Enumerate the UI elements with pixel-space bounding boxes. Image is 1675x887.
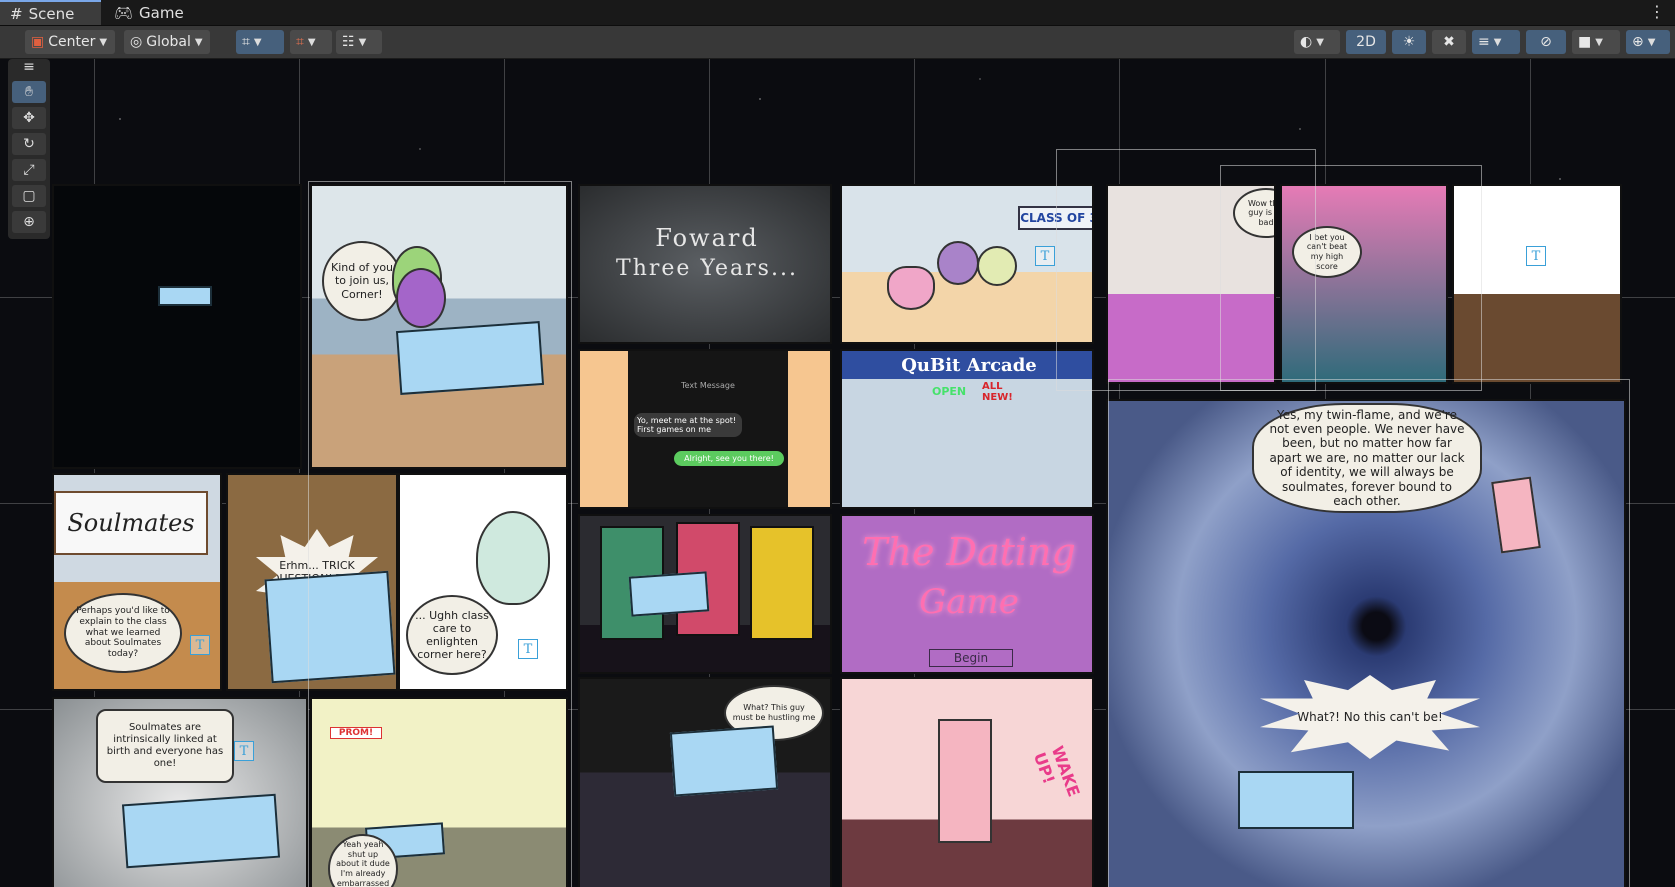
text-marker-icon[interactable]: T (1526, 246, 1546, 266)
yellow-character (977, 246, 1017, 286)
purple-character (937, 241, 979, 285)
tab-scene[interactable]: # Scene (0, 0, 101, 25)
card-character[interactable] (628, 571, 710, 617)
mode-2d-label: 2D (1356, 34, 1376, 50)
gamepad-icon: 🎮︎ (114, 3, 134, 22)
chevron-down-icon: ▼ (1595, 36, 1603, 48)
pink-heart-character (887, 266, 935, 310)
move-tool-icon[interactable]: ✥ (12, 107, 46, 129)
arcade-cabinet (750, 526, 814, 640)
audio-toggle[interactable]: ✖ (1432, 30, 1466, 54)
chevron-down-icon: ▼ (358, 36, 367, 48)
grid-snapping-toggle[interactable]: ⌗ ▼ (236, 30, 284, 54)
editor-tab-bar: # Scene 🎮︎ Game ⋮ (0, 0, 1675, 26)
camera-icon: ■ (1578, 34, 1592, 50)
outgoing-message: Alright, see you there! (674, 451, 784, 466)
hand-tool-icon[interactable]: ✋︎ (12, 81, 46, 103)
snap-increment-icon: ⌗ (296, 34, 304, 50)
chevron-down-icon: ▼ (1647, 36, 1656, 48)
selection-rectangle (1108, 379, 1630, 887)
all-new-sign: ALL NEW! (982, 381, 1013, 403)
text-marker-icon[interactable]: T (1035, 246, 1055, 266)
selection-rectangle (1220, 165, 1482, 391)
eye-slash-icon: ⊘ (1540, 34, 1552, 50)
layers-icon: ≡ (1478, 34, 1490, 50)
mode-2d-toggle[interactable]: 2D (1346, 30, 1386, 54)
comic-panel-arcade-machines[interactable] (578, 514, 832, 674)
chalk-title-line-2: Three Years... (616, 256, 798, 281)
mute-icon: ✖ (1443, 34, 1455, 50)
whiteboard-text: Soulmates (54, 491, 208, 555)
card-character[interactable] (121, 793, 281, 869)
chevron-down-icon: ▼ (99, 36, 108, 48)
pink-character (938, 719, 992, 843)
chevron-down-icon: ▼ (194, 36, 203, 48)
tab-game-label: Game (139, 3, 184, 22)
comic-panel-phone[interactable]: Text Message Yo, meet me at the spot! Fi… (578, 349, 832, 509)
comic-panel-whiteboard[interactable]: Soulmates Perhaps you'd like to explain … (52, 473, 222, 691)
comic-panel-arcade-thought[interactable]: What? This guy must be hustling me (578, 677, 832, 887)
dating-game-subtitle: Game (919, 582, 1019, 622)
grid-icon: # (10, 4, 23, 23)
transform-tool-icon[interactable]: ⊕ (12, 211, 46, 233)
pivot-mode-label: Center (48, 34, 96, 50)
rect-tool-icon[interactable]: ▢ (12, 185, 46, 207)
grid-lines-icon: ☷ (342, 34, 355, 50)
phone-screen: Text Message Yo, meet me at the spot! Fi… (628, 351, 788, 507)
scale-tool-icon[interactable]: ⤢ (12, 159, 46, 181)
card-character[interactable] (669, 725, 779, 797)
dating-game-title: The Dating (862, 530, 1076, 574)
tab-scene-label: Scene (28, 4, 75, 23)
shading-mode-dropdown[interactable]: ◐ ▼ (1294, 30, 1340, 54)
text-marker-icon[interactable]: T (234, 741, 254, 761)
comic-panel-wake-up[interactable]: WAKE UP! (840, 677, 1094, 887)
comic-panel-empty-space[interactable] (52, 184, 302, 469)
grid-snap-icon: ⌗ (242, 34, 250, 50)
gizmos-dropdown[interactable]: ⊕ ▼ (1626, 30, 1670, 54)
comic-panel-soulmates-explained[interactable]: Soulmates are intrinsically linked at bi… (52, 697, 308, 887)
text-marker-icon[interactable]: T (190, 635, 210, 655)
gizmo-globe-icon: ⊕ (1632, 34, 1644, 50)
lighting-toggle[interactable]: ☀ (1392, 30, 1426, 54)
selection-rectangle (308, 181, 572, 887)
grid-visibility-toggle[interactable]: ☷ ▼ (336, 30, 382, 54)
camera-dropdown[interactable]: ■ ▼ (1572, 30, 1620, 54)
shading-sphere-icon: ◐ (1300, 34, 1313, 50)
chalk-title-line-1: Foward (655, 224, 759, 252)
chevron-down-icon: ▼ (1316, 36, 1324, 48)
pivot-rotation-dropdown[interactable]: ◎ Global ▼ (124, 30, 210, 54)
speech-bubble: Soulmates are intrinsically linked at bi… (96, 709, 234, 783)
incoming-message: Yo, meet me at the spot! First games on … (634, 413, 742, 437)
chevron-down-icon: ▼ (307, 36, 316, 48)
pivot-icon: ▣ (31, 34, 45, 50)
phone-header: Text Message (681, 381, 735, 390)
globe-icon: ◎ (130, 34, 143, 50)
increment-snap-toggle[interactable]: ⌗ ▼ (290, 30, 332, 54)
more-options-icon[interactable]: ⋮ (1649, 2, 1665, 21)
card-sprite[interactable] (158, 286, 212, 306)
tab-game[interactable]: 🎮︎ Game (104, 0, 184, 25)
wake-up-text: WAKE UP! (1029, 743, 1084, 800)
comic-panel-dating-game-title[interactable]: The Dating Game Begin (840, 514, 1094, 674)
pivot-rotation-label: Global (146, 34, 191, 50)
scene-toolbar: ▣ Center ▼ ◎ Global ▼ ⌗ ▼ ⌗ ▼ ☷ ▼ ◐ ▼ 2D… (0, 26, 1675, 59)
rotate-tool-icon[interactable]: ↻ (12, 133, 46, 155)
pivot-mode-dropdown[interactable]: ▣ Center ▼ (25, 30, 115, 54)
hidden-objects-toggle[interactable]: ⊘ (1526, 30, 1566, 54)
chevron-down-icon: ▼ (1493, 36, 1502, 48)
effects-dropdown[interactable]: ≡ ▼ (1472, 30, 1520, 54)
lightbulb-icon: ☀ (1402, 34, 1416, 50)
chevron-down-icon: ▼ (253, 36, 262, 48)
scene-view[interactable]: Kind of you to join us, Corner! Foward T… (0, 59, 1675, 887)
begin-button[interactable]: Begin (929, 649, 1013, 667)
scene-tool-palette: ≡ ✋︎ ✥ ↻ ⤢ ▢ ⊕ (8, 59, 50, 239)
comic-panel-chalkboard[interactable]: Foward Three Years... (578, 184, 832, 344)
open-sign: OPEN (932, 385, 967, 398)
palette-drag-handle[interactable]: ≡ (12, 59, 46, 75)
speech-bubble: Perhaps you'd like to explain to the cla… (64, 593, 182, 673)
